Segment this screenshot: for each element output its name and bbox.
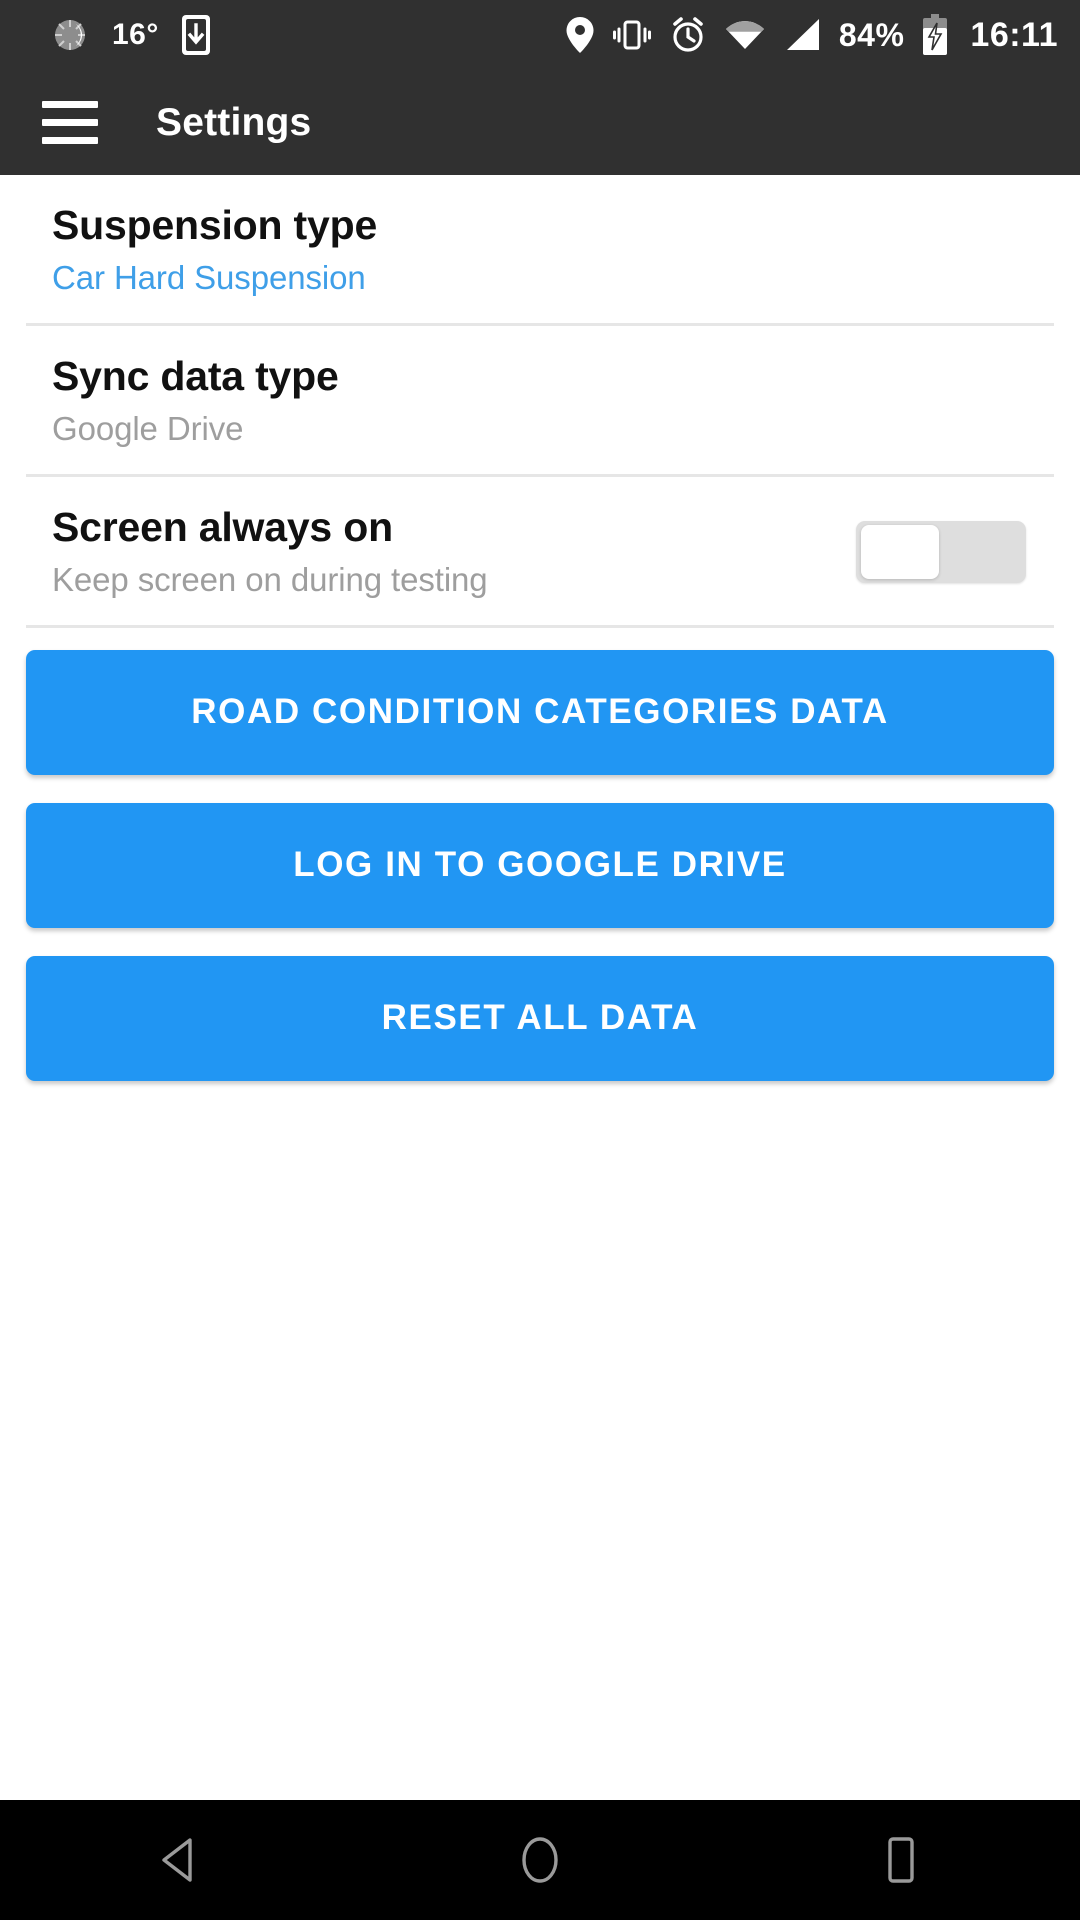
battery-percent: 84% — [838, 16, 905, 53]
back-triangle-icon[interactable] — [110, 1800, 250, 1920]
road-condition-categories-data-button[interactable]: ROAD CONDITION CATEGORIES DATA — [26, 649, 1054, 775]
status-bar-right: 84% 16:11 — [565, 14, 1058, 56]
setting-texts: Suspension type Car Hard Suspension — [52, 201, 377, 301]
app-bar: Settings — [0, 70, 1080, 175]
battery-charging-icon — [922, 14, 948, 56]
setting-title: Sync data type — [52, 352, 339, 399]
status-clock: 16:11 — [970, 15, 1058, 54]
log-in-to-google-drive-button[interactable]: LOG IN TO GOOGLE DRIVE — [26, 802, 1054, 928]
settings-content: Suspension type Car Hard Suspension Sync… — [0, 175, 1080, 1800]
phone-screen: 16° 84% 16:11 Settings Suspension type C… — [0, 0, 1080, 1920]
setting-subtitle: Google Drive — [52, 410, 244, 448]
action-buttons: ROAD CONDITION CATEGORIES DATA LOG IN TO… — [0, 628, 1080, 1081]
status-bar: 16° 84% 16:11 — [0, 0, 1080, 70]
setting-subtitle: Keep screen on during testing — [52, 561, 488, 599]
setting-row-suspension-type[interactable]: Suspension type Car Hard Suspension — [0, 175, 1080, 323]
setting-row-sync-data-type[interactable]: Sync data type Google Drive — [0, 326, 1080, 474]
android-navigation-bar — [0, 1800, 1080, 1920]
setting-texts: Screen always on Keep screen on during t… — [52, 503, 488, 603]
recents-square-icon[interactable] — [830, 1800, 970, 1920]
cellular-signal-icon — [783, 18, 821, 52]
hamburger-menu-icon[interactable] — [42, 101, 98, 144]
toggle-thumb — [861, 524, 939, 579]
reset-all-data-button[interactable]: RESET ALL DATA — [26, 955, 1054, 1081]
wifi-icon — [725, 18, 765, 52]
setting-subtitle: Car Hard Suspension — [52, 259, 366, 297]
page-title: Settings — [156, 100, 312, 144]
setting-title: Suspension type — [52, 202, 378, 248]
alarm-clock-icon — [669, 16, 707, 54]
setting-title: Screen always on — [52, 503, 393, 550]
phone-download-icon — [181, 14, 211, 56]
sun-dim-icon — [50, 15, 90, 55]
location-pin-icon — [565, 15, 595, 55]
screen-always-on-toggle[interactable] — [856, 520, 1026, 583]
setting-row-screen-always-on[interactable]: Screen always on Keep screen on during t… — [0, 477, 1080, 625]
setting-texts: Sync data type Google Drive — [52, 352, 339, 452]
status-bar-left: 16° — [22, 14, 211, 56]
status-temperature: 16° — [112, 18, 159, 51]
vibrate-icon — [612, 16, 651, 54]
home-circle-icon[interactable] — [470, 1800, 610, 1920]
